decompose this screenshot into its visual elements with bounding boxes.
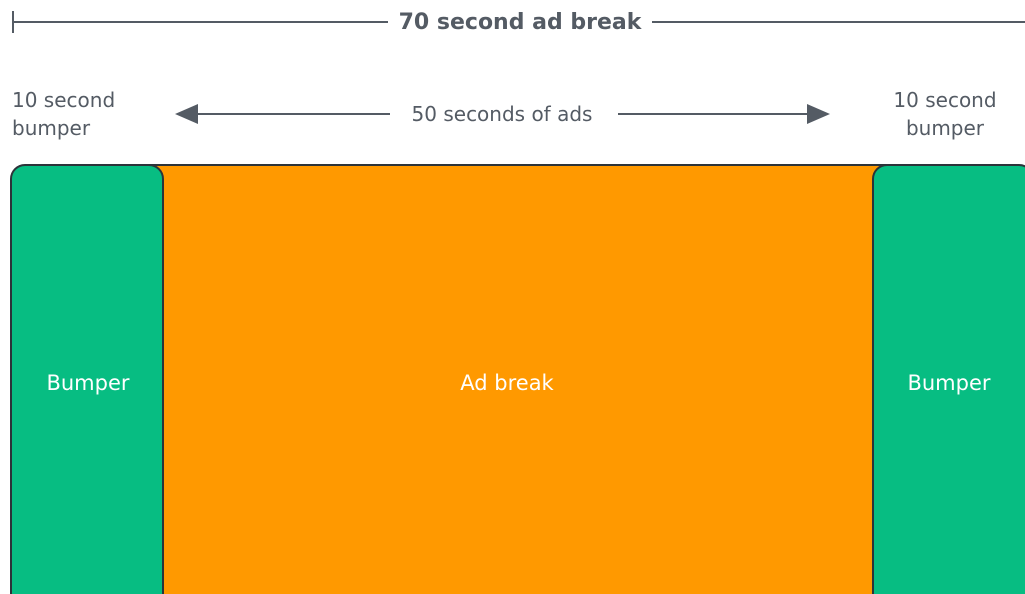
right-bumper-segment: Bumper xyxy=(872,164,1025,594)
total-duration-span: 70 second ad break xyxy=(12,10,1025,35)
ad-break-label: Ad break xyxy=(460,371,554,395)
right-bumper-annotation: 10 second bumper xyxy=(893,88,996,140)
left-bumper-annotation-line2: bumper xyxy=(12,116,91,140)
left-arrowhead-icon xyxy=(175,104,198,124)
left-bumper-segment: Bumper xyxy=(10,164,164,594)
ad-break-segment: Ad break xyxy=(139,164,901,594)
left-bumper-annotation: 10 second bumper xyxy=(12,88,115,140)
left-bumper-annotation-line1: 10 second xyxy=(12,88,115,112)
ads-duration-label: 50 seconds of ads xyxy=(412,102,593,126)
left-bumper-label: Bumper xyxy=(46,371,129,395)
right-bumper-label: Bumper xyxy=(907,371,990,395)
ads-duration-span: 50 seconds of ads xyxy=(175,102,830,126)
right-arrowhead-icon xyxy=(807,104,830,124)
total-duration-title: 70 second ad break xyxy=(399,10,643,35)
ad-break-diagram: 70 second ad break 10 second bumper 50 s… xyxy=(10,10,1025,594)
right-bumper-annotation-line1: 10 second xyxy=(893,88,996,112)
right-bumper-annotation-line2: bumper xyxy=(906,116,985,140)
